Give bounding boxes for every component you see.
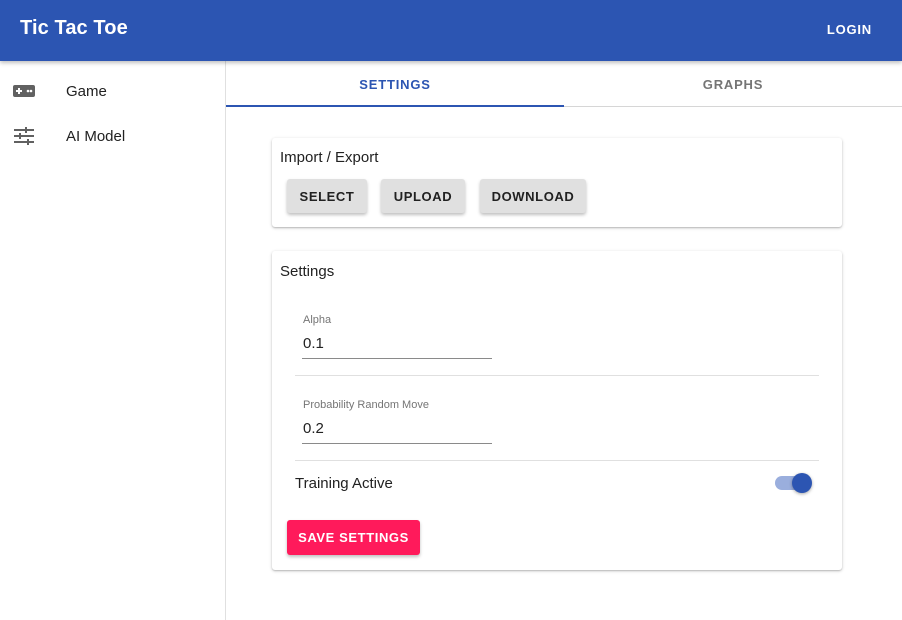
sidebar-item-game[interactable]: Game (0, 69, 225, 113)
toggle-thumb (792, 473, 812, 493)
app-title: Tic Tac Toe (20, 17, 128, 39)
select-button[interactable]: SELECT (287, 179, 367, 213)
tab-settings[interactable]: SETTINGS (226, 61, 564, 107)
probability-random-move-input[interactable] (302, 418, 492, 444)
alpha-label: Alpha (303, 314, 332, 326)
settings-card: Settings Alpha Probability Random Move T… (272, 251, 842, 570)
app-bar: Tic Tac Toe LOGIN (0, 0, 902, 61)
download-button[interactable]: DOWNLOAD (480, 179, 586, 213)
active-tab-indicator (226, 105, 564, 107)
divider (295, 460, 819, 461)
training-active-label: Training Active (295, 475, 393, 492)
tab-graphs[interactable]: GRAPHS (564, 61, 902, 107)
import-export-title: Import / Export (280, 149, 379, 166)
divider (295, 375, 819, 376)
upload-button[interactable]: UPLOAD (381, 179, 465, 213)
sidebar-item-label: AI Model (66, 127, 126, 145)
gamepad-icon (13, 83, 35, 99)
sidebar-item-label: Game (66, 82, 107, 100)
probability-random-move-label: Probability Random Move (303, 399, 429, 411)
settings-title: Settings (280, 263, 335, 280)
save-settings-button[interactable]: SAVE SETTINGS (287, 520, 420, 555)
tab-bar: SETTINGS GRAPHS (226, 61, 902, 107)
import-export-card: Import / Export SELECT UPLOAD DOWNLOAD (272, 138, 842, 227)
sidebar: Game AI Model (0, 61, 226, 620)
alpha-input[interactable] (302, 333, 492, 359)
login-button[interactable]: LOGIN (827, 22, 872, 37)
sidebar-item-ai-model[interactable]: AI Model (0, 114, 225, 158)
training-active-toggle[interactable] (775, 473, 812, 493)
tune-icon (13, 127, 35, 145)
